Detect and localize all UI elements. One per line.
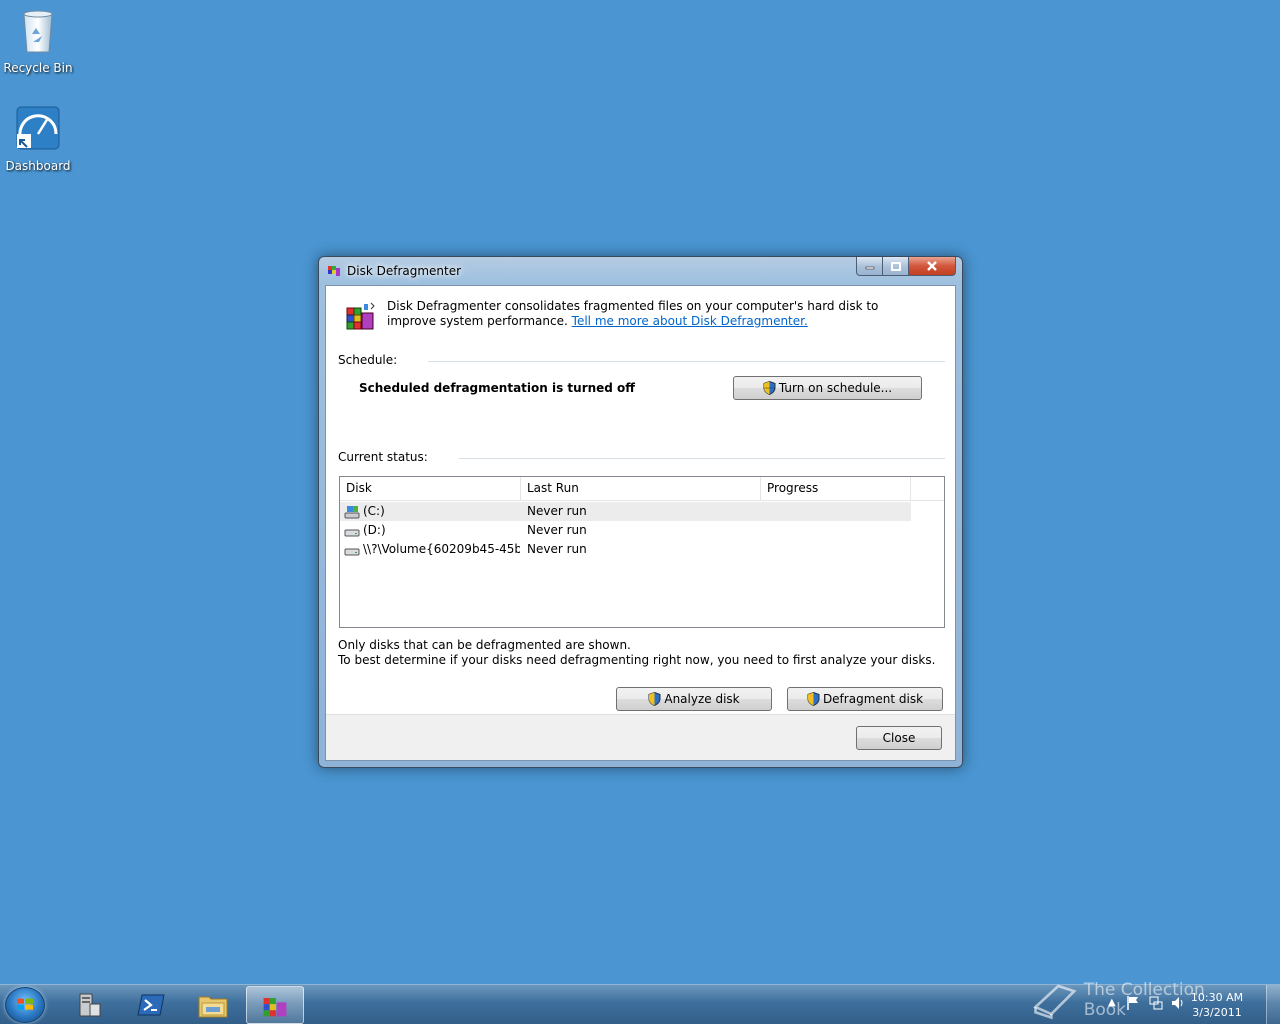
disk-name: (D:) <box>363 523 386 537</box>
folder-icon <box>198 996 228 1018</box>
last-run-value: Never run <box>527 504 587 518</box>
dialog-footer: Close <box>326 714 955 760</box>
watermark: The Collection Book <box>1032 976 1232 1024</box>
powershell-icon <box>137 994 165 1016</box>
desktop-icon-recycle-bin[interactable]: Recycle Bin <box>0 6 76 75</box>
defragment-disk-button[interactable]: Defragment disk <box>787 687 943 711</box>
dashboard-icon <box>16 106 60 150</box>
taskbar-file-explorer[interactable] <box>184 986 242 1024</box>
column-header-last-run[interactable]: Last Run <box>521 477 761 500</box>
note-analyze-first: To best determine if your disks need def… <box>338 653 936 667</box>
uac-shield-icon <box>807 692 820 706</box>
defragment-disk-label: Defragment disk <box>822 692 924 706</box>
book-logo-icon <box>1033 984 1077 1020</box>
disk-name: (C:) <box>363 504 385 518</box>
defragmenter-app-icon <box>328 266 340 276</box>
recycle-bin-icon <box>23 10 53 53</box>
disk-list[interactable]: Disk Last Run Progress (C:) Never run (D… <box>339 476 945 628</box>
current-status-label: Current status: <box>338 450 428 464</box>
last-run-value: Never run <box>527 523 587 537</box>
disk-row-d[interactable]: (D:) Never run <box>340 521 911 540</box>
uac-shield-icon <box>648 692 661 706</box>
analyze-disk-button[interactable]: Analyze disk <box>616 687 772 711</box>
current-status-divider <box>459 458 945 459</box>
column-header-disk[interactable]: Disk <box>340 477 521 500</box>
window-title: Disk Defragmenter <box>347 264 462 278</box>
disk-row-volume[interactable]: \\?\Volume{60209b45-45bd... Never run <box>340 540 911 559</box>
defragmenter-large-icon <box>346 302 375 330</box>
disk-row-c[interactable]: (C:) Never run <box>340 502 911 521</box>
close-button-label: Close <box>882 731 916 745</box>
drive-icon <box>344 529 360 536</box>
last-run-value: Never run <box>527 542 587 556</box>
close-window-button[interactable] <box>909 257 956 276</box>
schedule-status: Scheduled defragmentation is turned off <box>359 381 636 395</box>
learn-more-link[interactable]: Tell me more about Disk Defragmenter. <box>572 314 808 328</box>
turn-on-schedule-label: Turn on schedule... <box>778 381 893 395</box>
taskbar-server-manager[interactable] <box>60 986 118 1024</box>
turn-on-schedule-button[interactable]: Turn on schedule... <box>733 376 922 400</box>
disk-defragmenter-window: Disk Defragmenter Disk Defragmenter cons… <box>318 256 963 768</box>
drive-icon <box>344 548 360 555</box>
desktop-icon-label: Recycle Bin <box>3 61 73 75</box>
taskbar-disk-defragmenter[interactable] <box>246 986 304 1024</box>
server-manager-icon <box>79 993 101 1017</box>
watermark-text: The Collection Book <box>1083 980 1205 1020</box>
analyze-disk-label: Analyze disk <box>664 692 740 706</box>
title-bar[interactable]: Disk Defragmenter <box>319 257 962 285</box>
minimize-button[interactable] <box>856 257 883 276</box>
windows-logo-icon <box>17 998 33 1010</box>
window-content: Disk Defragmenter consolidates fragmente… <box>325 285 956 761</box>
schedule-label: Schedule: <box>338 353 398 367</box>
uac-shield-icon <box>763 381 776 395</box>
desktop-icon-dashboard[interactable]: Dashboard <box>0 104 76 173</box>
close-button[interactable]: Close <box>856 726 942 750</box>
system-drive-icon <box>344 505 360 518</box>
caption-buttons <box>856 257 956 277</box>
taskbar-powershell[interactable] <box>122 986 180 1024</box>
disk-name: \\?\Volume{60209b45-45bd... <box>363 542 520 556</box>
column-header-progress[interactable]: Progress <box>761 477 911 500</box>
start-button[interactable] <box>5 987 45 1023</box>
defragmenter-app-icon <box>263 998 287 1017</box>
close-icon <box>927 261 937 271</box>
maximize-icon <box>890 261 901 271</box>
note-shown-disks: Only disks that can be defragmented are … <box>338 638 631 652</box>
desktop-icon-label: Dashboard <box>5 159 71 173</box>
show-desktop-button[interactable] <box>1266 985 1280 1024</box>
minimize-icon <box>865 266 874 270</box>
disk-list-header: Disk Last Run Progress <box>340 477 944 501</box>
maximize-button[interactable] <box>883 257 909 276</box>
schedule-divider <box>428 361 945 362</box>
intro-description: Disk Defragmenter consolidates fragmente… <box>387 299 927 329</box>
